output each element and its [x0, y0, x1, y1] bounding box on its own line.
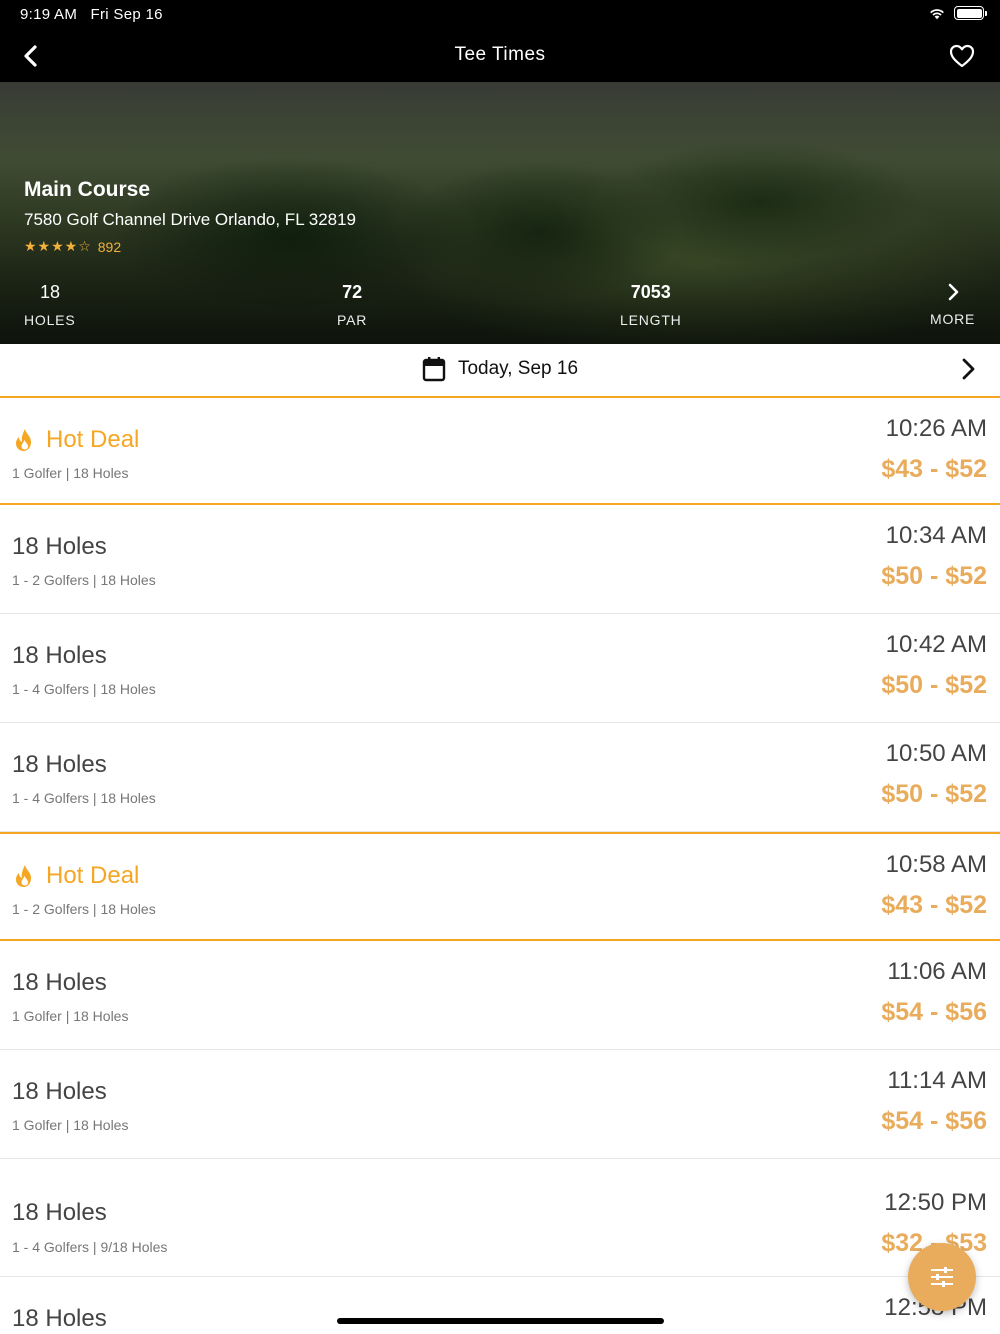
filter-button[interactable] [908, 1243, 976, 1311]
flame-icon [16, 865, 31, 887]
calendar-icon [422, 357, 446, 382]
navigation-bar: Tee Times [0, 30, 1000, 82]
more-button[interactable]: MORE [930, 282, 975, 327]
more-label: MORE [930, 311, 976, 327]
tee-time-row[interactable]: 18 Holes 1 - 2 Golfers | 18 Holes 10:34 … [0, 505, 1000, 614]
row-time: 10:26 AM [885, 415, 987, 442]
row-title: 18 Holes [12, 1078, 107, 1105]
row-time: 10:58 AM [885, 851, 987, 878]
page-title: Tee Times [454, 44, 546, 65]
row-time: 11:14 AM [887, 1067, 987, 1094]
row-title: 18 Holes [12, 969, 107, 996]
status-date: Fri Sep 16 [90, 6, 163, 23]
row-price: $50 - $52 [881, 780, 987, 808]
course-address: 7580 Golf Channel Drive Orlando, FL 3281… [24, 210, 357, 229]
holes-label: HOLES [24, 312, 76, 328]
status-clock: 9:19 AM [20, 6, 78, 23]
row-details: 1 Golfer | 18 Holes [12, 465, 129, 481]
row-price: $43 - $52 [881, 891, 987, 919]
star-rating-icon: ★★★★☆ [24, 238, 92, 254]
home-indicator[interactable] [337, 1318, 664, 1324]
row-price: $50 - $52 [881, 671, 987, 699]
stat-holes: 18 HOLES [24, 282, 75, 328]
row-title-text: Hot Deal [46, 426, 140, 453]
row-details: 1 - 2 Golfers | 18 Holes [12, 901, 156, 917]
stat-par: 72 PAR [337, 282, 367, 328]
row-time: 10:42 AM [885, 631, 987, 658]
status-indicators [928, 6, 987, 20]
row-time: 10:50 AM [885, 740, 987, 767]
row-details: 1 - 2 Golfers | 18 Holes [12, 572, 156, 588]
chevron-right-icon [948, 283, 958, 301]
date-selector[interactable]: Today, Sep 16 [0, 344, 1000, 396]
status-time: 9:19 AM Fri Sep 16 [20, 6, 163, 23]
tee-time-row[interactable]: 18 Holes 1 Golfer | 18 Holes 11:06 AM $5… [0, 941, 1000, 1050]
row-details: 1 Golfer | 18 Holes [12, 1117, 129, 1133]
heart-icon[interactable] [948, 42, 976, 70]
row-price: $50 - $52 [881, 562, 987, 590]
row-title: 18 Holes [12, 1305, 107, 1332]
row-time: 11:06 AM [887, 958, 987, 985]
tee-time-row[interactable]: 18 Holes 12:58 PM [0, 1277, 1000, 1334]
tee-time-row[interactable]: Hot Deal 1 - 2 Golfers | 18 Holes 10:58 … [0, 832, 1000, 941]
row-price: $54 - $56 [881, 1107, 987, 1135]
row-details: 1 Golfer | 18 Holes [12, 1008, 129, 1024]
tee-time-row[interactable]: 18 Holes 1 - 4 Golfers | 18 Holes 10:42 … [0, 614, 1000, 723]
row-title: 18 Holes [12, 751, 107, 778]
row-details: 1 - 4 Golfers | 9/18 Holes [12, 1239, 168, 1255]
course-header: Main Course 7580 Golf Channel Drive Orla… [0, 82, 1000, 344]
tee-time-row[interactable]: 18 Holes 1 - 4 Golfers | 9/18 Holes 12:5… [0, 1159, 1000, 1277]
length-label: LENGTH [620, 312, 682, 328]
course-rating[interactable]: ★★★★☆ 892 [24, 238, 121, 255]
row-title: Hot Deal [12, 862, 139, 890]
row-details: 1 - 4 Golfers | 18 Holes [12, 681, 156, 697]
row-title: 18 Holes [12, 642, 107, 669]
par-label: PAR [337, 312, 368, 328]
course-name: Main Course [24, 178, 151, 201]
date-label: Today, Sep 16 [457, 358, 579, 379]
row-title: 18 Holes [12, 1199, 107, 1226]
row-time: 12:50 PM [884, 1189, 987, 1216]
row-title: 18 Holes [12, 533, 107, 560]
review-count: 892 [97, 238, 122, 255]
length-value: 7053 [630, 282, 671, 302]
row-title: Hot Deal [12, 426, 139, 454]
row-time: 10:34 AM [885, 522, 987, 549]
tee-time-row[interactable]: Hot Deal 1 Golfer | 18 Holes 10:26 AM $4… [0, 396, 1000, 505]
sliders-icon [931, 1267, 953, 1287]
row-price: $54 - $56 [881, 998, 987, 1026]
tee-time-row[interactable]: 18 Holes 1 Golfer | 18 Holes 11:14 AM $5… [0, 1050, 1000, 1159]
row-details: 1 - 4 Golfers | 18 Holes [12, 790, 156, 806]
date-picker[interactable]: Today, Sep 16 [0, 356, 1000, 382]
row-price: $43 - $52 [881, 455, 987, 483]
par-value: 72 [342, 282, 363, 302]
holes-value: 18 [40, 282, 61, 302]
tee-time-row[interactable]: 18 Holes 1 - 4 Golfers | 18 Holes 10:50 … [0, 723, 1000, 832]
chevron-right-icon[interactable] [956, 357, 980, 381]
wifi-icon [930, 9, 944, 20]
status-bar: 9:19 AM Fri Sep 16 [0, 0, 1000, 30]
tee-time-list: Hot Deal 1 Golfer | 18 Holes 10:26 AM $4… [0, 396, 1000, 1334]
battery-icon [954, 6, 987, 20]
stat-length: 7053 LENGTH [620, 282, 682, 328]
row-title-text: Hot Deal [46, 862, 140, 889]
flame-icon [16, 429, 31, 451]
